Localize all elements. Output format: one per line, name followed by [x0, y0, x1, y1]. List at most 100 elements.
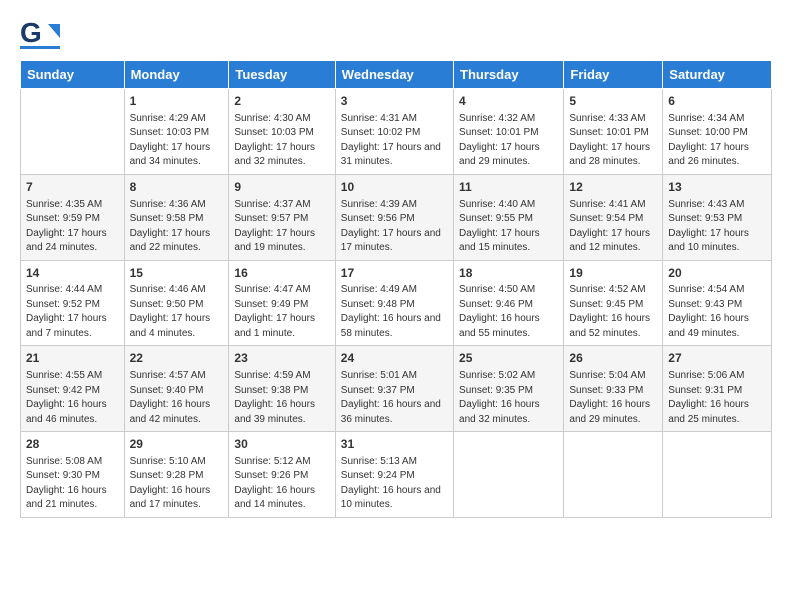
day-info: Sunrise: 4:41 AM Sunset: 9:54 PM Dayligh…	[569, 198, 657, 256]
day-number: 19	[569, 265, 657, 282]
day-info: Sunrise: 5:12 AM Sunset: 9:26 PM Dayligh…	[234, 455, 329, 513]
day-cell: 10 Sunrise: 4:39 AM Sunset: 9:56 PM Dayli…	[335, 174, 453, 260]
day-cell: 16Sunrise: 4:47 AM Sunset: 9:49 PM Dayli…	[229, 260, 335, 346]
week-row-4: 21Sunrise: 4:55 AM Sunset: 9:42 PM Dayli…	[21, 346, 772, 432]
day-number: 29	[130, 436, 224, 453]
day-number: 1	[130, 93, 224, 110]
page-header: G	[20, 16, 772, 52]
day-info: Sunrise: 5:06 AM Sunset: 9:31 PM Dayligh…	[668, 369, 766, 427]
day-cell: 24 Sunrise: 5:01 AM Sunset: 9:37 PM Dayli…	[335, 346, 453, 432]
logo-icon: G	[20, 16, 60, 52]
week-row-3: 14Sunrise: 4:44 AM Sunset: 9:52 PM Dayli…	[21, 260, 772, 346]
day-cell: 6Sunrise: 4:34 AM Sunset: 10:00 PM Dayli…	[663, 89, 772, 175]
day-number: 23	[234, 350, 329, 367]
column-header-tuesday: Tuesday	[229, 61, 335, 89]
day-number: 24	[341, 350, 448, 367]
day-cell: 13 Sunrise: 4:43 AM Sunset: 9:53 PM Dayli…	[663, 174, 772, 260]
column-header-monday: Monday	[124, 61, 229, 89]
day-cell: 18Sunrise: 4:50 AM Sunset: 9:46 PM Dayli…	[454, 260, 564, 346]
day-cell: 7 Sunrise: 4:35 AM Sunset: 9:59 PM Daylig…	[21, 174, 125, 260]
column-header-wednesday: Wednesday	[335, 61, 453, 89]
day-info: Sunrise: 5:10 AM Sunset: 9:28 PM Dayligh…	[130, 455, 224, 513]
column-header-saturday: Saturday	[663, 61, 772, 89]
day-cell: 9Sunrise: 4:37 AM Sunset: 9:57 PM Daylig…	[229, 174, 335, 260]
day-info: Sunrise: 4:32 AM Sunset: 10:01 PM Daylig…	[459, 112, 558, 170]
day-number: 8	[130, 179, 224, 196]
day-info: Sunrise: 4:54 AM Sunset: 9:43 PM Dayligh…	[668, 283, 766, 341]
day-info: Sunrise: 5:01 AM Sunset: 9:37 PM Dayligh…	[341, 369, 448, 427]
day-info: Sunrise: 4:49 AM Sunset: 9:48 PM Dayligh…	[341, 283, 448, 341]
day-number: 22	[130, 350, 224, 367]
day-info: Sunrise: 4:59 AM Sunset: 9:38 PM Dayligh…	[234, 369, 329, 427]
day-number: 27	[668, 350, 766, 367]
day-cell: 27 Sunrise: 5:06 AM Sunset: 9:31 PM Dayli…	[663, 346, 772, 432]
calendar-table: SundayMondayTuesdayWednesdayThursdayFrid…	[20, 60, 772, 518]
day-info: Sunrise: 4:33 AM Sunset: 10:01 PM Daylig…	[569, 112, 657, 170]
day-number: 10	[341, 179, 448, 196]
day-cell: 8Sunrise: 4:36 AM Sunset: 9:58 PM Daylig…	[124, 174, 229, 260]
day-cell	[454, 432, 564, 518]
day-number: 15	[130, 265, 224, 282]
day-cell: 29 Sunrise: 5:10 AM Sunset: 9:28 PM Dayli…	[124, 432, 229, 518]
day-cell: 20Sunrise: 4:54 AM Sunset: 9:43 PM Dayli…	[663, 260, 772, 346]
day-info: Sunrise: 5:08 AM Sunset: 9:30 PM Dayligh…	[26, 455, 119, 513]
day-number: 13	[668, 179, 766, 196]
day-info: Sunrise: 4:52 AM Sunset: 9:45 PM Dayligh…	[569, 283, 657, 341]
day-number: 2	[234, 93, 329, 110]
day-info: Sunrise: 4:50 AM Sunset: 9:46 PM Dayligh…	[459, 283, 558, 341]
day-cell: 15Sunrise: 4:46 AM Sunset: 9:50 PM Dayli…	[124, 260, 229, 346]
day-number: 11	[459, 179, 558, 196]
day-number: 21	[26, 350, 119, 367]
week-row-5: 28 Sunrise: 5:08 AM Sunset: 9:30 PM Dayli…	[21, 432, 772, 518]
day-number: 26	[569, 350, 657, 367]
day-cell: 12 Sunrise: 4:41 AM Sunset: 9:54 PM Dayli…	[564, 174, 663, 260]
day-cell: 19Sunrise: 4:52 AM Sunset: 9:45 PM Dayli…	[564, 260, 663, 346]
week-row-1: 1 Sunrise: 4:29 AM Sunset: 10:03 PM Dayli…	[21, 89, 772, 175]
day-cell: 2 Sunrise: 4:30 AM Sunset: 10:03 PM Dayli…	[229, 89, 335, 175]
day-number: 14	[26, 265, 119, 282]
day-number: 5	[569, 93, 657, 110]
day-cell: 25Sunrise: 5:02 AM Sunset: 9:35 PM Dayli…	[454, 346, 564, 432]
day-number: 17	[341, 265, 448, 282]
calendar-header-row: SundayMondayTuesdayWednesdayThursdayFrid…	[21, 61, 772, 89]
day-cell: 14Sunrise: 4:44 AM Sunset: 9:52 PM Dayli…	[21, 260, 125, 346]
day-cell: 17Sunrise: 4:49 AM Sunset: 9:48 PM Dayli…	[335, 260, 453, 346]
week-row-2: 7 Sunrise: 4:35 AM Sunset: 9:59 PM Daylig…	[21, 174, 772, 260]
column-header-sunday: Sunday	[21, 61, 125, 89]
day-number: 20	[668, 265, 766, 282]
day-info: Sunrise: 4:37 AM Sunset: 9:57 PM Dayligh…	[234, 198, 329, 256]
day-info: Sunrise: 4:43 AM Sunset: 9:53 PM Dayligh…	[668, 198, 766, 256]
day-cell: 1 Sunrise: 4:29 AM Sunset: 10:03 PM Dayli…	[124, 89, 229, 175]
day-info: Sunrise: 5:04 AM Sunset: 9:33 PM Dayligh…	[569, 369, 657, 427]
column-header-thursday: Thursday	[454, 61, 564, 89]
day-info: Sunrise: 5:13 AM Sunset: 9:24 PM Dayligh…	[341, 455, 448, 513]
day-cell	[663, 432, 772, 518]
day-info: Sunrise: 4:31 AM Sunset: 10:02 PM Daylig…	[341, 112, 448, 170]
day-number: 6	[668, 93, 766, 110]
day-cell	[21, 89, 125, 175]
day-number: 30	[234, 436, 329, 453]
day-info: Sunrise: 4:29 AM Sunset: 10:03 PM Daylig…	[130, 112, 224, 170]
day-info: Sunrise: 5:02 AM Sunset: 9:35 PM Dayligh…	[459, 369, 558, 427]
day-info: Sunrise: 4:35 AM Sunset: 9:59 PM Dayligh…	[26, 198, 119, 256]
day-number: 28	[26, 436, 119, 453]
day-info: Sunrise: 4:40 AM Sunset: 9:55 PM Dayligh…	[459, 198, 558, 256]
day-number: 16	[234, 265, 329, 282]
day-cell: 28 Sunrise: 5:08 AM Sunset: 9:30 PM Dayli…	[21, 432, 125, 518]
day-cell: 23 Sunrise: 4:59 AM Sunset: 9:38 PM Dayli…	[229, 346, 335, 432]
day-number: 4	[459, 93, 558, 110]
day-cell	[564, 432, 663, 518]
day-number: 7	[26, 179, 119, 196]
day-cell: 11 Sunrise: 4:40 AM Sunset: 9:55 PM Dayli…	[454, 174, 564, 260]
day-info: Sunrise: 4:57 AM Sunset: 9:40 PM Dayligh…	[130, 369, 224, 427]
day-info: Sunrise: 4:30 AM Sunset: 10:03 PM Daylig…	[234, 112, 329, 170]
day-info: Sunrise: 4:46 AM Sunset: 9:50 PM Dayligh…	[130, 283, 224, 341]
day-info: Sunrise: 4:44 AM Sunset: 9:52 PM Dayligh…	[26, 283, 119, 341]
logo: G	[20, 16, 64, 52]
day-number: 3	[341, 93, 448, 110]
day-info: Sunrise: 4:39 AM Sunset: 9:56 PM Dayligh…	[341, 198, 448, 256]
day-number: 12	[569, 179, 657, 196]
day-info: Sunrise: 4:47 AM Sunset: 9:49 PM Dayligh…	[234, 283, 329, 341]
day-cell: 4 Sunrise: 4:32 AM Sunset: 10:01 PM Dayli…	[454, 89, 564, 175]
day-cell: 21Sunrise: 4:55 AM Sunset: 9:42 PM Dayli…	[21, 346, 125, 432]
